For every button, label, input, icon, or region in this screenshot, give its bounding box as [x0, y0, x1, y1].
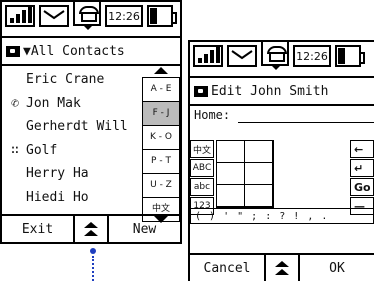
tab-k-o[interactable]: K - O: [143, 126, 179, 150]
list-item[interactable]: ∷ Golf: [6, 139, 136, 163]
ime-lower-key[interactable]: abc: [190, 178, 214, 196]
edit-title: Edit John Smith: [211, 83, 329, 99]
alphabet-index: A - E F - J K - O P - T U - Z 中文: [142, 67, 180, 223]
clock: 12:26: [105, 5, 143, 27]
handwriting-grid[interactable]: [216, 140, 274, 208]
ime-upper-key[interactable]: ABC: [190, 159, 214, 177]
pointer-dot: [90, 248, 96, 254]
edit-contact-screen: 12:26 Edit John Smith Home: 中文 ABC abc 1…: [188, 40, 374, 281]
contact-list: Eric Crane ✆ Jon Mak Gerherdt Will ∷ Golf …: [6, 68, 136, 209]
status-bar: 12:26: [2, 2, 180, 38]
clock: 12:26: [293, 45, 331, 67]
input-method-panel: 中文 ABC abc 123 ← ↵ Go — ( ) ' " ; : ? ! …: [190, 140, 374, 235]
home-field-input[interactable]: [238, 122, 374, 123]
list-item[interactable]: Hiedi Ho: [6, 186, 136, 210]
title-bar[interactable]: ▼All Contacts: [2, 38, 180, 66]
exit-button[interactable]: Exit: [2, 216, 73, 242]
punctuation-bar[interactable]: ( ) ' " ; : ? ! , .: [190, 208, 374, 224]
signal-icon: [5, 5, 35, 27]
list-item[interactable]: Gerherdt Will: [6, 115, 136, 139]
battery-icon: [147, 5, 177, 27]
title-bar: Edit John Smith: [190, 78, 374, 106]
menu-up-icon[interactable]: [73, 216, 109, 242]
group-icon: ∷: [11, 142, 19, 158]
softkey-bar: Exit New: [2, 214, 180, 242]
message-icon[interactable]: [39, 5, 69, 27]
signal-icon: [193, 45, 223, 67]
softkey-bar: Cancel OK: [190, 253, 374, 281]
contacts-card-icon: [194, 85, 208, 97]
list-item[interactable]: Herry Ha: [6, 162, 136, 186]
home-field-label: Home:: [194, 108, 231, 122]
call-icon[interactable]: [261, 42, 289, 70]
phone-small-icon: ✆: [11, 95, 19, 111]
tab-f-j[interactable]: F - J: [143, 102, 179, 126]
pointer-line: [92, 256, 94, 281]
contacts-card-icon: [6, 45, 20, 57]
battery-icon: [335, 45, 365, 67]
status-bar: 12:26: [190, 42, 374, 78]
cancel-button[interactable]: Cancel: [190, 255, 264, 281]
menu-up-icon[interactable]: [264, 255, 300, 281]
tab-p-t[interactable]: P - T: [143, 150, 179, 174]
list-item[interactable]: ✆ Jon Mak: [6, 92, 136, 116]
ok-button[interactable]: OK: [300, 255, 374, 281]
contacts-screen: 12:26 ▼All Contacts Eric Crane ✆ Jon Mak …: [0, 0, 182, 244]
tab-u-z[interactable]: U - Z: [143, 174, 179, 198]
call-icon[interactable]: [73, 2, 101, 30]
scroll-up-icon[interactable]: [154, 67, 168, 74]
ime-chinese-key[interactable]: 中文: [190, 140, 214, 158]
contact-filter-title[interactable]: ▼All Contacts: [23, 44, 125, 59]
backspace-key[interactable]: ←: [350, 140, 374, 158]
enter-key[interactable]: ↵: [350, 159, 374, 177]
tab-a-e[interactable]: A - E: [143, 78, 179, 102]
go-key[interactable]: Go: [350, 178, 374, 196]
message-icon[interactable]: [227, 45, 257, 67]
new-button[interactable]: New: [109, 216, 180, 242]
list-item[interactable]: Eric Crane: [6, 68, 136, 92]
